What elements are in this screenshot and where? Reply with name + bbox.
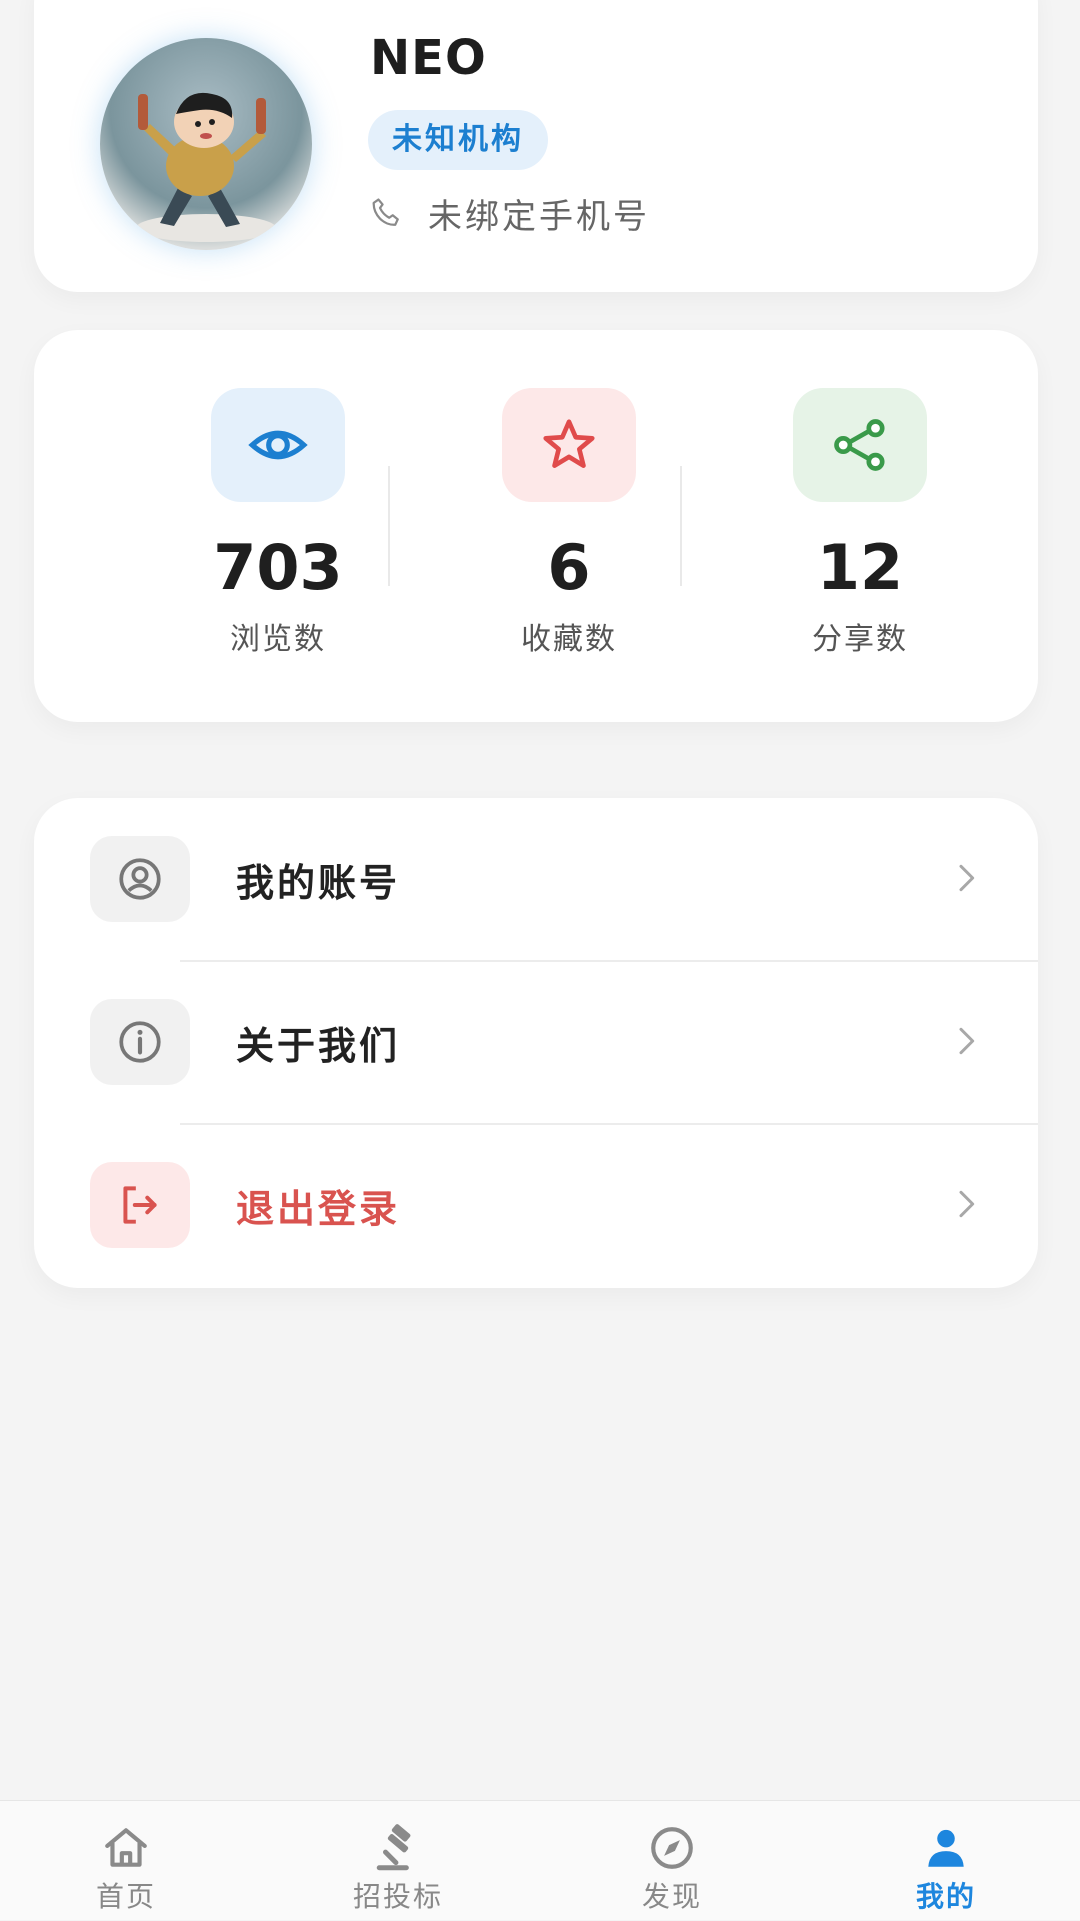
menu-item-account[interactable]: 我的账号 [34,798,1038,961]
stat-icon-bg [502,388,636,502]
menu-label: 我的账号 [236,861,401,905]
info-icon [119,1021,161,1063]
stat-value: 12 [816,531,904,604]
phone-icon [372,198,399,226]
menu-item-about[interactable]: 关于我们 [34,961,1038,1124]
share-icon [834,419,885,471]
tab-home[interactable]: 首页 [26,1801,226,1921]
compass-icon [651,1827,693,1869]
stat-favorites[interactable]: 6 收藏数 [439,388,699,658]
stat-divider [388,466,390,586]
tab-mine[interactable]: 我的 [846,1801,1046,1921]
stat-icon-bg [793,388,927,502]
profile-card: NEO 未知机构 未绑定手机号 [34,0,1038,292]
person-icon [928,1829,964,1867]
stat-value: 6 [547,531,591,604]
tab-discover[interactable]: 发现 [572,1801,772,1921]
menu-icon-bg [90,1162,190,1248]
avatar[interactable] [100,38,312,250]
stat-label: 浏览数 [230,622,326,657]
menu-icon-bg [90,999,190,1085]
user-circle-icon [119,858,161,900]
stat-icon-bg [211,388,345,502]
tab-label: 首页 [95,1880,156,1913]
tab-label: 发现 [641,1880,702,1913]
tab-label: 我的 [915,1880,976,1913]
phone-row[interactable]: 未绑定手机号 [368,188,650,238]
chevron-right-icon [959,1027,975,1055]
stat-divider [680,466,682,586]
stat-value: 703 [213,531,343,604]
chevron-right-icon [959,864,975,892]
eye-icon [248,430,308,460]
stats-card: 703 浏览数 6 收藏数 12 分享数 [34,330,1038,722]
menu-label: 退出登录 [236,1187,401,1231]
home-icon [105,1828,147,1867]
stat-label: 收藏数 [521,622,617,657]
chevron-right-icon [959,1190,975,1218]
organization-badge: 未知机构 [368,110,548,170]
menu-icon-bg [90,836,190,922]
user-name: NEO [370,30,487,86]
gavel-icon [376,1824,411,1871]
tab-bidding[interactable]: 招投标 [298,1801,498,1921]
star-icon [543,419,595,468]
menu-label: 关于我们 [236,1024,401,1068]
tab-label: 招投标 [352,1880,443,1913]
phone-status-text: 未绑定手机号 [428,196,650,237]
stat-label: 分享数 [812,622,908,657]
stat-views[interactable]: 703 浏览数 [148,388,408,658]
menu-card: 我的账号 关于我们 退出登录 [34,798,1038,1288]
bottom-tab-bar: 首页 招投标 发现 我的 [0,1800,1080,1920]
menu-item-logout[interactable]: 退出登录 [34,1124,1038,1287]
stat-shares[interactable]: 12 分享数 [730,388,990,658]
logout-icon [123,1186,157,1224]
avatar-image [136,92,276,242]
